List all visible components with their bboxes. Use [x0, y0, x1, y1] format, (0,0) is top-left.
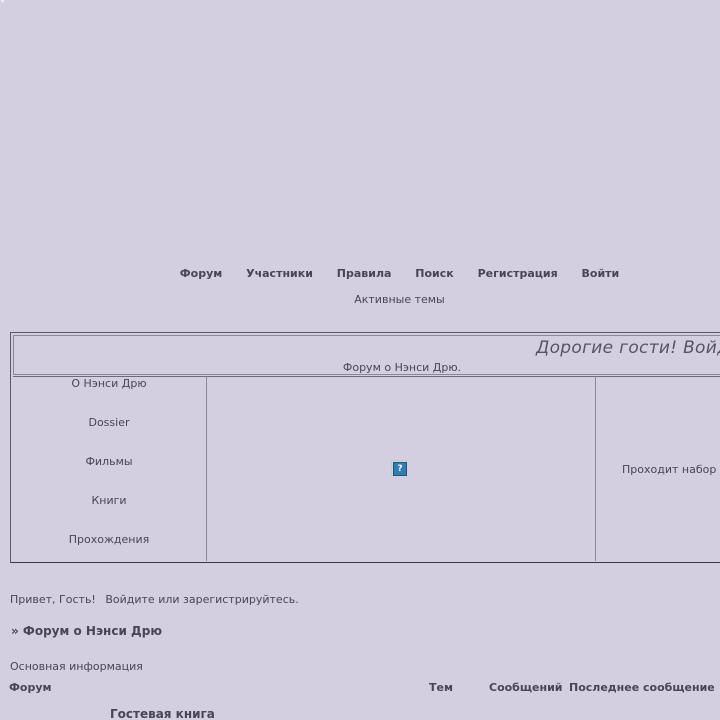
section-title: Основная информация — [10, 660, 143, 673]
nav-forum-link[interactable]: Форум — [180, 267, 223, 280]
nav-members-link[interactable]: Участники — [246, 267, 313, 280]
nav-search-link[interactable]: Поиск — [415, 267, 453, 280]
column-header-last-post: Последнее сообщение — [569, 681, 715, 694]
nav-login-link[interactable]: Войти — [582, 267, 620, 280]
broken-image-icon: ? — [391, 460, 407, 476]
guest-greeting: Привет, Гость! Войдите или зарегистрируй… — [10, 593, 299, 606]
menu-item-books[interactable]: Книги — [13, 494, 205, 507]
breadcrumb[interactable]: » Форум о Нэнси Дрю — [11, 624, 162, 638]
menu-item-dossier[interactable]: Dossier — [13, 416, 205, 429]
menu-item-films[interactable]: Фильмы — [13, 455, 205, 468]
greeting-hello: Привет, Гость! — [10, 593, 96, 606]
menu-item-walkthroughs[interactable]: Прохождения — [13, 533, 205, 546]
forum-row-title[interactable]: Гостевая книга — [110, 707, 215, 720]
welcome-message: Дорогие гости! Войди — [536, 338, 720, 358]
nav-register-link[interactable]: Регистрация — [478, 267, 558, 280]
column-header-topics: Тем — [429, 681, 453, 694]
banner-title-row: Дорогие гости! Войди Форум о Нэнси Дрю. — [13, 335, 720, 375]
banner-menu: О Нэнси Дрю Dossier Фильмы Книги Прохожд… — [13, 376, 207, 561]
menu-item-about-nancy[interactable]: О Нэнси Дрю — [13, 377, 205, 390]
forum-page: * Форум Участники Правила Поиск Регистра… — [0, 0, 720, 720]
banner-image-cell: ? — [207, 376, 595, 561]
login-register-link[interactable]: Войдите или зарегистрируйтесь. — [105, 593, 298, 606]
main-nav: Форум Участники Правила Поиск Регистраци… — [0, 267, 720, 280]
nav-rules-link[interactable]: Правила — [337, 267, 392, 280]
recruitment-notice: Проходит набор мо — [622, 463, 720, 476]
column-header-forum: Форум — [9, 681, 52, 694]
column-header-posts: Сообщений — [489, 681, 563, 694]
forum-subtitle: Форум о Нэнси Дрю. — [342, 361, 462, 374]
active-topics-link[interactable]: Активные темы — [0, 293, 720, 306]
corner-mark: * — [0, 0, 5, 8]
header-banner: Дорогие гости! Войди Форум о Нэнси Дрю. … — [10, 332, 720, 563]
banner-news-cell: Проходит набор мо — [595, 376, 720, 561]
